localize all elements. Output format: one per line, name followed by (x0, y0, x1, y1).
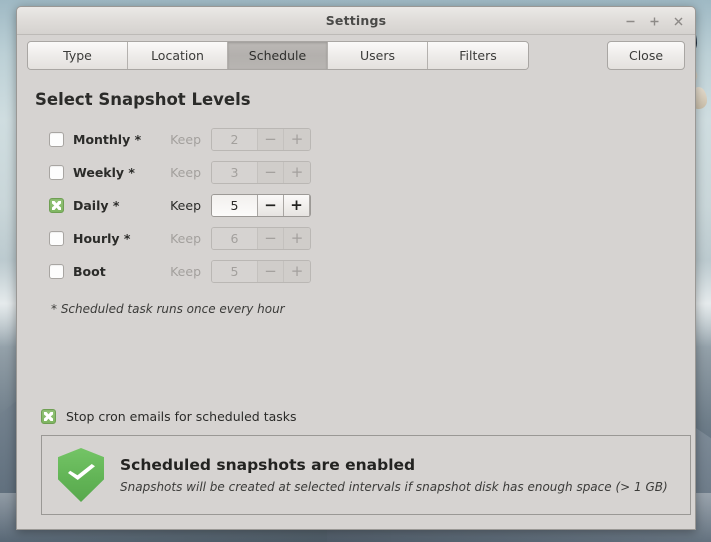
keep-stepper-daily: 5 − + (211, 194, 311, 217)
keep-label-boot: Keep (170, 264, 201, 279)
keep-value-boot[interactable]: 5 (212, 261, 258, 282)
keep-label-monthly: Keep (170, 132, 201, 147)
status-subtitle: Snapshots will be created at selected in… (120, 480, 668, 494)
checkbox-stop-cron-emails[interactable] (41, 409, 56, 424)
decrement-icon-hourly[interactable]: − (258, 228, 284, 249)
level-label-monthly: Monthly * (73, 132, 142, 147)
window-titlebar[interactable]: Settings (17, 7, 695, 35)
check-glyph (52, 201, 61, 210)
tab-users[interactable]: Users (328, 42, 428, 69)
stop-cron-emails-label: Stop cron emails for scheduled tasks (66, 409, 297, 424)
increment-icon-weekly[interactable]: + (284, 162, 310, 183)
schedule-panel: Select Snapshot Levels Monthly * Keep 2 … (17, 74, 695, 529)
checkbox-monthly[interactable] (49, 132, 64, 147)
tab-filters[interactable]: Filters (428, 42, 528, 69)
keep-value-monthly[interactable]: 2 (212, 129, 258, 150)
status-title: Scheduled snapshots are enabled (120, 456, 416, 474)
schedule-footnote: * Scheduled task runs once every hour (51, 302, 285, 316)
keep-stepper-monthly: 2 − + (211, 128, 311, 151)
level-row-weekly: Weekly * Keep 3 − + (49, 156, 677, 189)
level-label-daily: Daily * (73, 198, 120, 213)
snapshot-levels-list: Monthly * Keep 2 − + Weekly * Keep 3 − + (49, 123, 677, 288)
increment-icon-boot[interactable]: + (284, 261, 310, 282)
keep-label-daily: Keep (170, 198, 201, 213)
keep-value-daily[interactable]: 5 (212, 195, 258, 216)
keep-stepper-hourly: 6 − + (211, 227, 311, 250)
tab-schedule[interactable]: Schedule (228, 42, 328, 69)
checkbox-hourly[interactable] (49, 231, 64, 246)
checkbox-daily[interactable] (49, 198, 64, 213)
keep-value-hourly[interactable]: 6 (212, 228, 258, 249)
status-text-block: Scheduled snapshots are enabled Snapshot… (120, 456, 668, 494)
increment-icon-monthly[interactable]: + (284, 129, 310, 150)
keep-label-weekly: Keep (170, 165, 201, 180)
tab-strip: Type Location Schedule Users Filters Clo… (17, 35, 695, 74)
checkbox-weekly[interactable] (49, 165, 64, 180)
level-row-daily: Daily * Keep 5 − + (49, 189, 677, 222)
keep-value-weekly[interactable]: 3 (212, 162, 258, 183)
decrement-icon-weekly[interactable]: − (258, 162, 284, 183)
increment-icon-hourly[interactable]: + (284, 228, 310, 249)
check-glyph (44, 412, 53, 421)
shield-check-icon (58, 448, 104, 502)
increment-icon-daily[interactable]: + (284, 195, 310, 216)
keep-stepper-weekly: 3 − + (211, 161, 311, 184)
keep-label-hourly: Keep (170, 231, 201, 246)
settings-window: Settings Type Location Schedule Users Fi… (16, 6, 696, 530)
level-label-boot: Boot (73, 264, 106, 279)
maximize-icon[interactable] (643, 10, 665, 32)
stop-cron-emails-row: Stop cron emails for scheduled tasks (41, 409, 677, 424)
level-row-monthly: Monthly * Keep 2 − + (49, 123, 677, 156)
minimize-icon[interactable] (619, 10, 641, 32)
tab-type[interactable]: Type (28, 42, 128, 69)
decrement-icon-monthly[interactable]: − (258, 129, 284, 150)
window-controls (619, 7, 689, 35)
keep-stepper-boot: 5 − + (211, 260, 311, 283)
tab-location[interactable]: Location (128, 42, 228, 69)
decrement-icon-boot[interactable]: − (258, 261, 284, 282)
level-row-hourly: Hourly * Keep 6 − + (49, 222, 677, 255)
close-button[interactable]: Close (607, 41, 685, 70)
checkbox-boot[interactable] (49, 264, 64, 279)
level-label-weekly: Weekly * (73, 165, 135, 180)
level-label-hourly: Hourly * (73, 231, 131, 246)
status-box: Scheduled snapshots are enabled Snapshot… (41, 435, 691, 515)
level-row-boot: Boot Keep 5 − + (49, 255, 677, 288)
tab-group: Type Location Schedule Users Filters (27, 41, 529, 70)
window-title: Settings (325, 13, 387, 28)
page-title: Select Snapshot Levels (35, 90, 251, 109)
decrement-icon-daily[interactable]: − (258, 195, 284, 216)
close-icon[interactable] (667, 10, 689, 32)
